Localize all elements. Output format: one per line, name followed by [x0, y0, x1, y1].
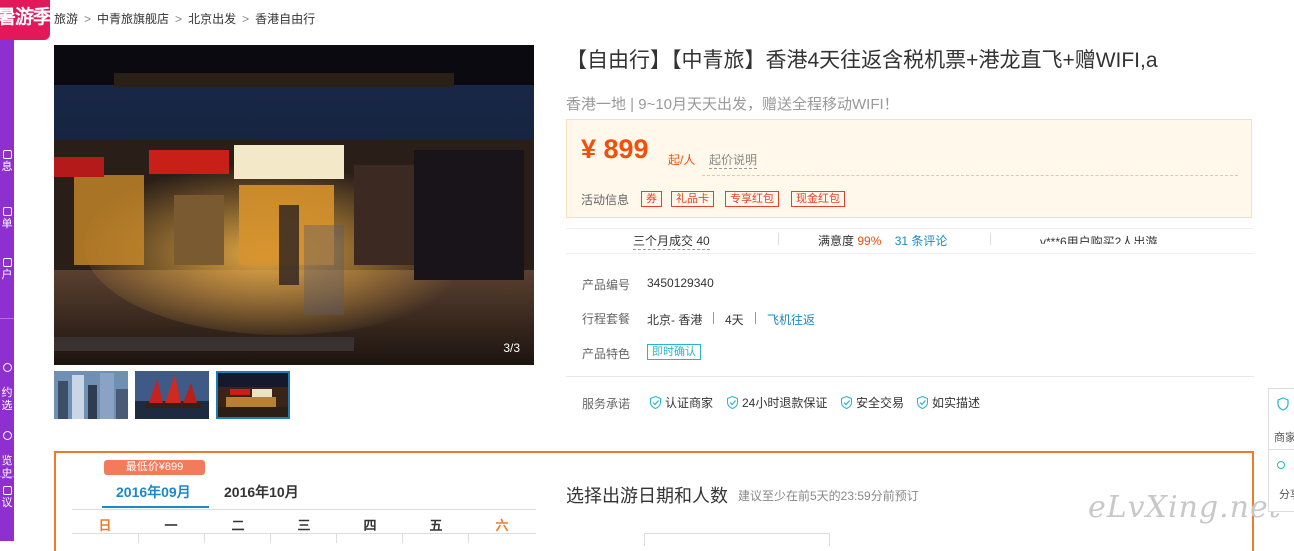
breadcrumb-item[interactable]: 北京出发 — [188, 12, 236, 26]
stats-divider — [990, 233, 991, 245]
divider — [566, 253, 1254, 254]
product-code-value: 3450129340 — [647, 276, 714, 290]
promo-tag-cash-redpacket[interactable]: 现金红包 — [791, 191, 845, 207]
price-unit: 起/人 — [668, 153, 696, 167]
sidebar-item-order[interactable]: 单 — [0, 207, 14, 231]
shield-check-icon — [650, 396, 661, 409]
shield-check-icon — [917, 396, 928, 409]
city-skyline-thumb — [54, 371, 128, 419]
sidebar-item-favorite[interactable]: 约 选 — [0, 350, 14, 413]
lowest-price-badge: 最低价¥899 — [104, 460, 205, 475]
product-subtitle: 香港一地 | 9~10月天天出发，赠送全程移动WIFI！ — [566, 96, 899, 113]
feedback-icon — [2, 486, 12, 495]
plan-route: 北京- 香港 — [647, 313, 703, 327]
promo-tag-coupon[interactable]: 券 — [641, 191, 662, 207]
promo-label: 活动信息 — [581, 193, 630, 207]
tab-month-sep[interactable]: 2016年09月 — [116, 482, 191, 502]
weekday-sun: 日 — [98, 518, 112, 533]
history-icon — [2, 431, 12, 440]
calendar-cell-border — [204, 533, 205, 543]
order-icon — [2, 207, 12, 216]
breadcrumb-item[interactable]: 香港自由行 — [255, 12, 315, 26]
night-street-photo — [54, 45, 534, 365]
calendar-header-line — [72, 509, 536, 510]
plan-separator — [713, 312, 714, 324]
service-refund: 24小时退款保证 — [727, 394, 827, 411]
plan-separator — [755, 312, 756, 324]
feature-label: 产品特色 — [582, 347, 631, 361]
right-float-panel: 商家 分享 — [1268, 388, 1294, 512]
favorite-icon — [2, 363, 12, 372]
divider — [566, 376, 1254, 377]
price-note-link[interactable]: 起价说明 — [709, 151, 758, 169]
sidebar-item-user[interactable]: 户 — [0, 258, 14, 282]
calendar-cell-border — [468, 533, 469, 543]
sidebar-divider — [0, 476, 14, 477]
promo-tag-exclusive-redpacket[interactable]: 专享红包 — [725, 191, 779, 207]
choose-date-title: 选择出游日期和人数 — [566, 486, 728, 506]
satisfaction: 满意度 99% 31 条评论 — [818, 232, 947, 249]
calendar-cell-border — [270, 533, 271, 543]
night-street-thumb — [218, 373, 288, 417]
promo-logo[interactable]: 暑游季 — [0, 0, 50, 40]
shield-check-icon — [841, 396, 852, 409]
sidebar-item-message[interactable]: 息 — [0, 150, 14, 174]
plan-transport-link[interactable]: 飞机往返 — [767, 311, 815, 328]
weekday-thu: 四 — [363, 518, 377, 533]
thumbnail-2[interactable] — [135, 371, 209, 419]
service-secure: 安全交易 — [841, 394, 904, 411]
calendar-cell-border — [402, 533, 403, 543]
product-title: 【自由行】【中青旅】香港4天往返含税机票+港龙直飞+赠WIFI,a — [566, 49, 1158, 72]
deal-count[interactable]: 三个月成交 40 — [633, 232, 710, 250]
breadcrumb-item[interactable]: 中青旅旗舰店 — [97, 12, 169, 26]
calendar-cell-border — [336, 533, 337, 543]
weekday-fri: 五 — [429, 518, 443, 533]
sidebar-divider — [0, 318, 14, 319]
right-panel-share[interactable]: 分享 — [1279, 486, 1294, 502]
stats-divider — [778, 233, 779, 245]
weekday-tue: 二 — [231, 518, 245, 533]
service-label: 服务承诺 — [582, 397, 631, 411]
satisfaction-value: 99% — [857, 234, 882, 248]
plan-days: 4天 — [725, 313, 744, 327]
instant-confirm-badge: 即时确认 — [647, 344, 701, 360]
breadcrumb: 旅游 > 中青旅旗舰店 > 北京出发 > 香港自由行 — [54, 12, 316, 26]
breadcrumb-item[interactable]: 旅游 — [54, 12, 78, 26]
main-product-image[interactable]: 3/3 — [54, 45, 534, 365]
recent-purchase-ticker: v***6用户购买2人出游 — [1040, 235, 1158, 244]
service-verified: 认证商家 — [650, 394, 713, 411]
sidebar-item-history[interactable]: 览 史 — [0, 418, 14, 481]
thumbnail-3[interactable] — [216, 371, 290, 419]
price-value: ¥ 899 — [581, 134, 649, 164]
junk-boat-thumb — [135, 371, 209, 419]
watermark: eLvXing.net — [1088, 490, 1282, 525]
plan-label: 行程套餐 — [582, 312, 631, 326]
right-panel-shop[interactable]: 商家 — [1274, 429, 1294, 445]
weekday-wed: 三 — [297, 518, 311, 533]
image-counter: 3/3 — [503, 341, 520, 355]
user-icon — [2, 258, 12, 267]
tab-month-oct[interactable]: 2016年10月 — [224, 482, 299, 502]
share-icon — [1277, 461, 1285, 469]
divider — [566, 228, 1254, 229]
weekday-mon: 一 — [164, 518, 178, 533]
service-accurate: 如实描述 — [917, 394, 980, 411]
message-icon — [2, 150, 12, 159]
product-code-label: 产品编号 — [582, 278, 631, 292]
calendar-cell-border — [138, 533, 139, 543]
active-tab-indicator — [102, 506, 209, 508]
price-divider — [702, 175, 1238, 176]
satisfaction-label: 满意度 — [818, 234, 855, 248]
thumbnail-1[interactable] — [54, 371, 128, 419]
sidebar-item-feedback[interactable]: 议 — [0, 486, 14, 510]
shop-icon — [1277, 397, 1289, 411]
shield-check-icon — [727, 396, 738, 409]
divider — [1269, 449, 1294, 450]
reviews-link[interactable]: 31 条评论 — [895, 234, 948, 248]
weekday-sat: 六 — [495, 518, 509, 533]
promo-tag-gift-card[interactable]: 礼品卡 — [671, 191, 714, 207]
price-box: ¥ 899 起/人 起价说明 活动信息 券 礼品卡 专享红包 现金红包 — [566, 119, 1252, 218]
choose-date-hint: 建议至少在前5天的23:59分前预订 — [738, 489, 919, 503]
date-select-box[interactable] — [644, 533, 830, 546]
